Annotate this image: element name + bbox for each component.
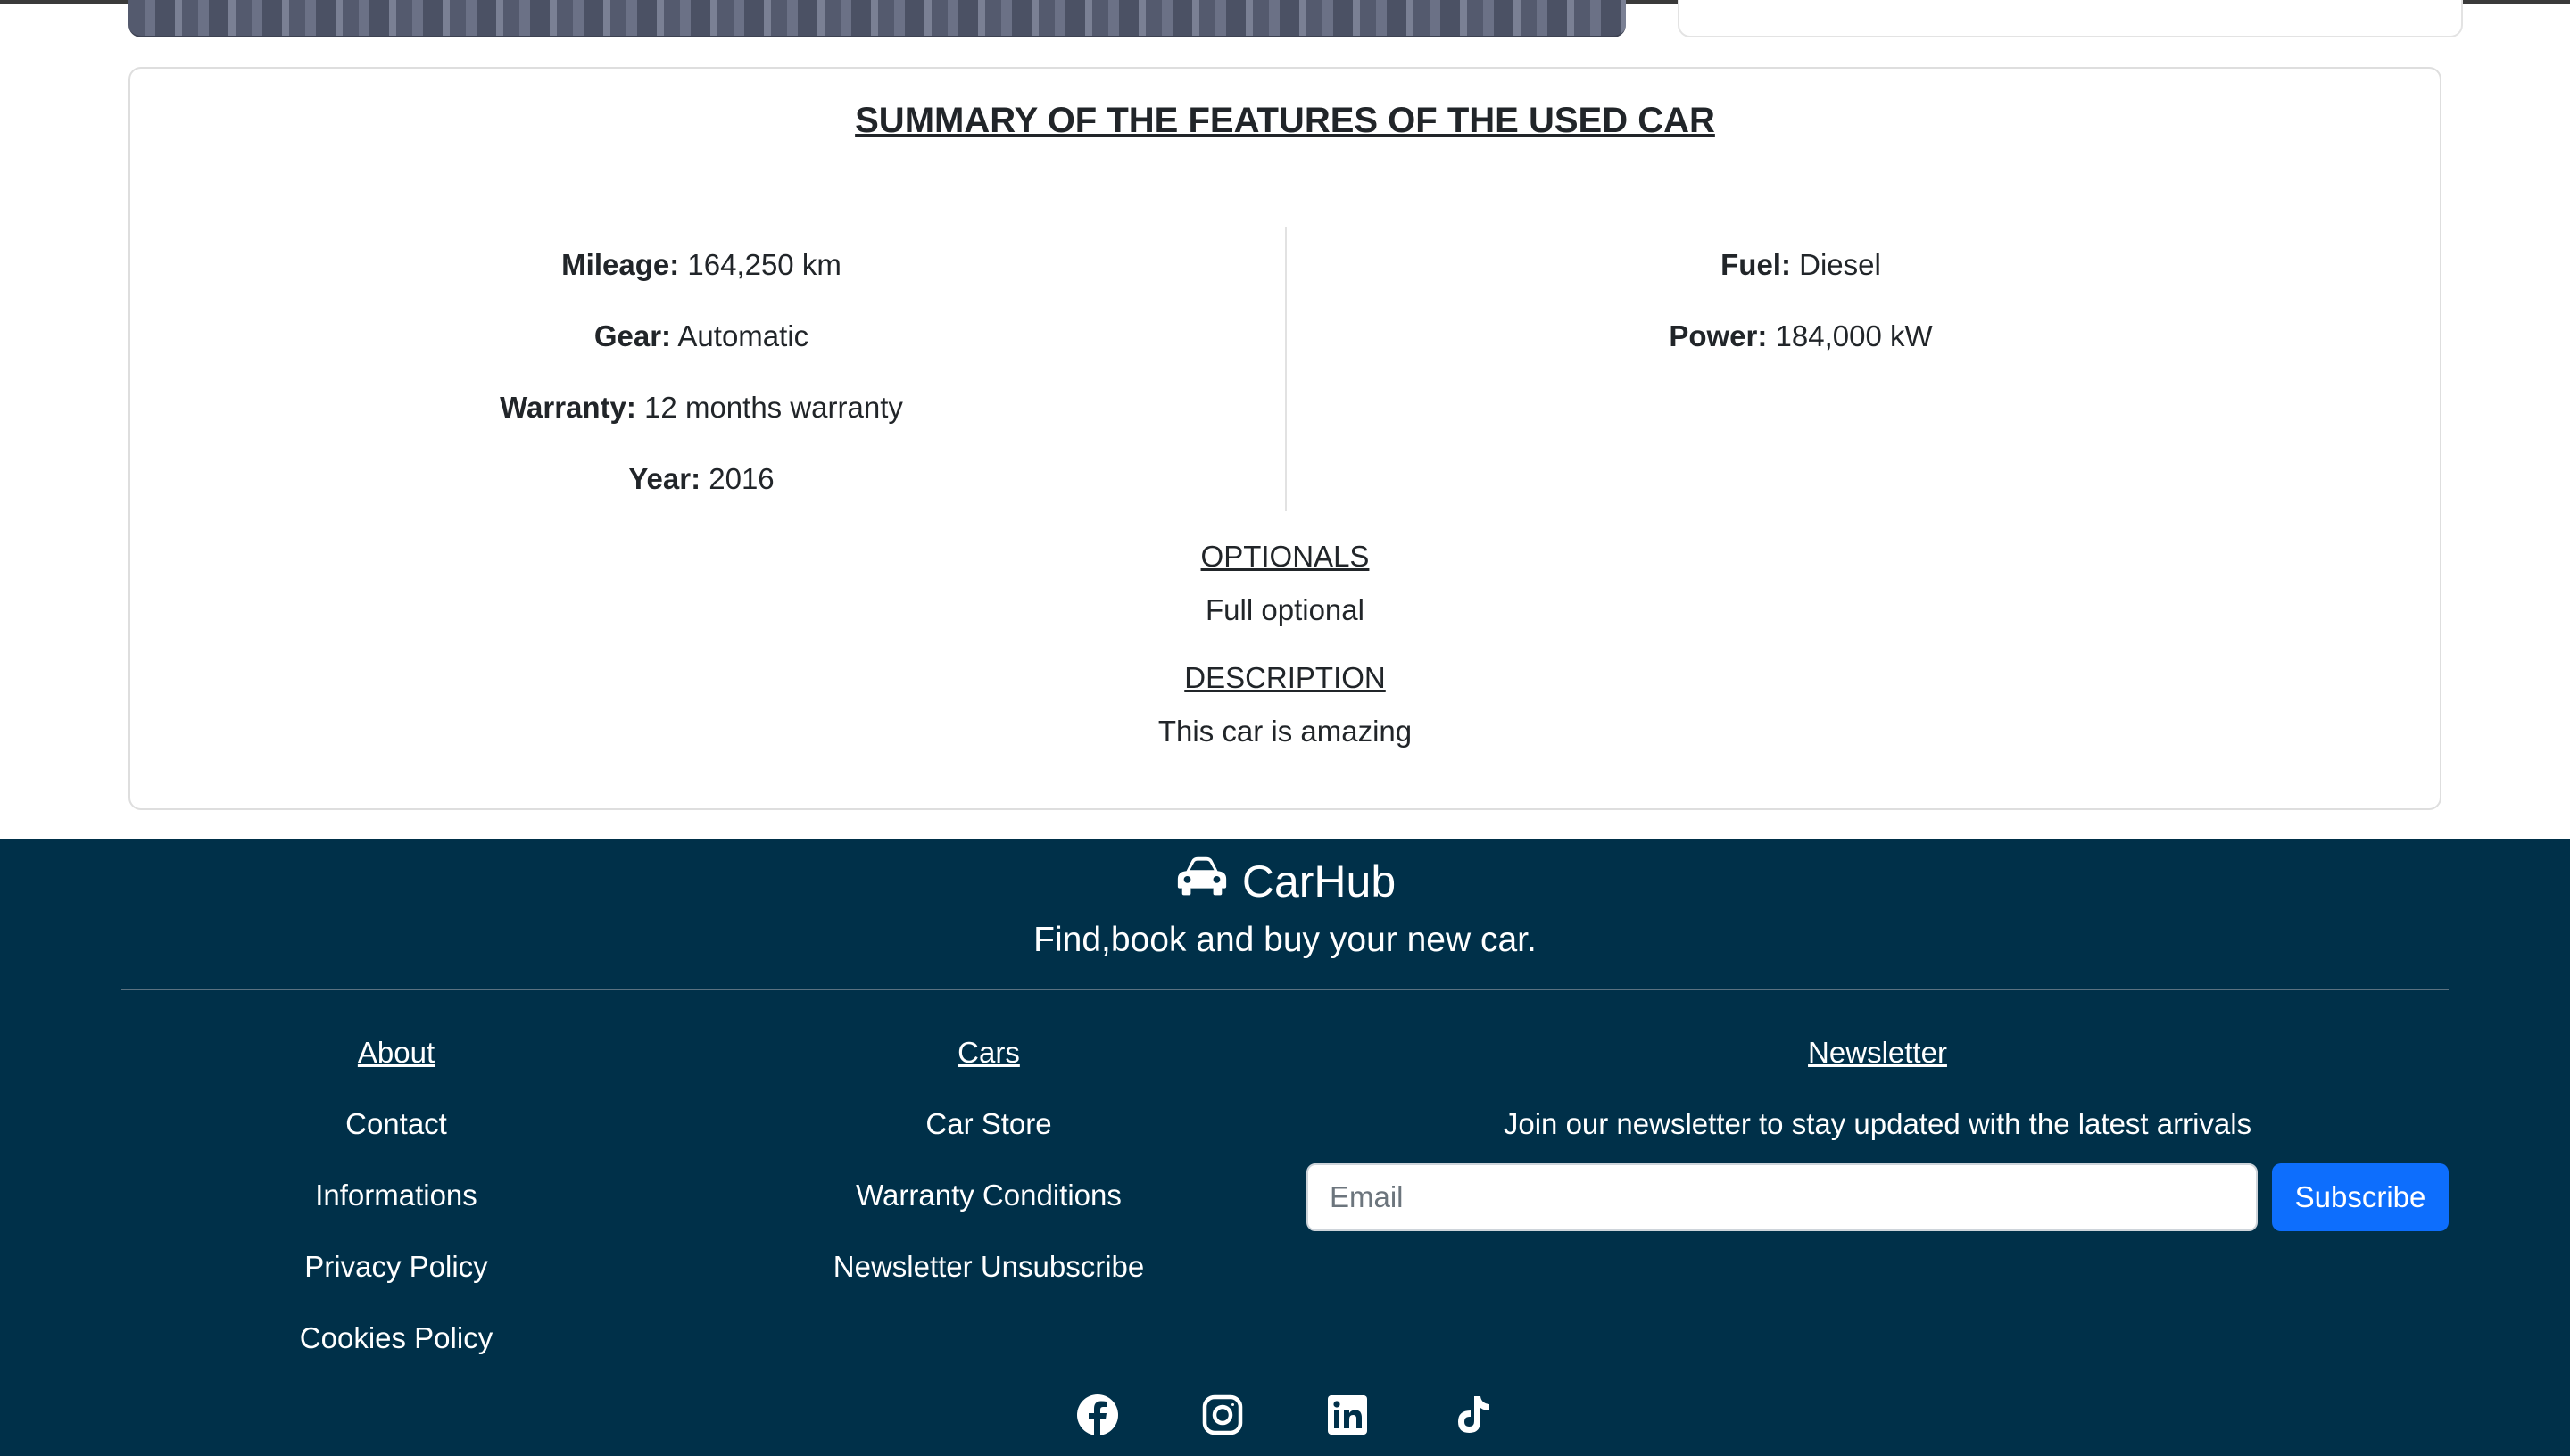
footer-brand[interactable]: CarHub (0, 855, 2570, 908)
feature-value: 2016 (709, 462, 775, 495)
car-icon (1174, 855, 1230, 908)
feature-value: 12 months warranty (644, 391, 903, 424)
feature-label: Mileage: (561, 248, 680, 281)
feature-warranty: Warranty: 12 months warranty (187, 372, 1215, 443)
feature-value: Diesel (1799, 248, 1881, 281)
footer-link-informations[interactable]: Informations (218, 1160, 575, 1231)
feature-gear: Gear: Automatic (187, 301, 1215, 372)
footer-link-cars[interactable]: Cars (721, 1017, 1256, 1088)
footer-link-warranty-conditions[interactable]: Warranty Conditions (721, 1160, 1256, 1231)
side-info-card (1678, 0, 2463, 37)
description-heading: DESCRIPTION (1184, 661, 1386, 694)
social-links (0, 1394, 2570, 1436)
linkedin-icon[interactable] (1326, 1394, 1369, 1436)
feature-label: Gear: (593, 319, 672, 352)
newsletter-email-input[interactable] (1306, 1163, 2258, 1231)
newsletter-text: Join our newsletter to stay updated with… (1503, 1107, 2252, 1140)
footer-cars-column: Cars Car Store Warranty Conditions Newsl… (721, 1017, 1256, 1303)
facebook-icon[interactable] (1076, 1394, 1119, 1436)
footer-link-newsletter-unsubscribe[interactable]: Newsletter Unsubscribe (721, 1231, 1256, 1303)
subscribe-button[interactable]: Subscribe (2272, 1163, 2449, 1231)
features-summary-card: SUMMARY OF THE FEATURES OF THE USED CAR … (128, 67, 2442, 810)
features-right-column: Fuel: Diesel Power: 184,000 kW (1287, 229, 2315, 372)
footer-tagline: Find,book and buy your new car. (1033, 921, 1537, 959)
tiktok-icon[interactable] (1451, 1394, 1494, 1436)
footer-divider (121, 989, 2449, 990)
site-footer: CarHub Find,book and buy your new car. A… (0, 839, 2570, 1456)
feature-label: Warranty: (500, 391, 636, 424)
feature-label: Fuel: (1720, 248, 1791, 281)
footer-link-contact[interactable]: Contact (218, 1088, 575, 1160)
footer-link-privacy-policy[interactable]: Privacy Policy (218, 1231, 575, 1303)
feature-value: 164,250 km (687, 248, 841, 281)
optionals-text: Full optional (1206, 593, 1364, 626)
newsletter-heading[interactable]: Newsletter (1306, 1017, 2449, 1088)
feature-label: Power: (1669, 319, 1768, 352)
summary-title: SUMMARY OF THE FEATURES OF THE USED CAR (855, 101, 1715, 140)
optionals-heading: OPTIONALS (1200, 540, 1370, 573)
footer-link-about[interactable]: About (218, 1017, 575, 1088)
footer-link-cookies-policy[interactable]: Cookies Policy (218, 1303, 575, 1374)
instagram-icon[interactable] (1201, 1394, 1244, 1436)
feature-fuel: Fuel: Diesel (1287, 229, 2315, 301)
description-text: This car is amazing (1157, 715, 1413, 748)
feature-value: 184,000 kW (1775, 319, 1933, 352)
feature-year: Year: 2016 (187, 443, 1215, 515)
feature-mileage: Mileage: 164,250 km (187, 229, 1215, 301)
footer-about-column: About Contact Informations Privacy Polic… (218, 1017, 575, 1374)
car-photo (128, 0, 1626, 37)
feature-value: Automatic (677, 319, 809, 352)
features-left-column: Mileage: 164,250 km Gear: Automatic Warr… (187, 229, 1215, 515)
brand-name: CarHub (1241, 856, 1397, 906)
feature-power: Power: 184,000 kW (1287, 301, 2315, 372)
footer-link-car-store[interactable]: Car Store (721, 1088, 1256, 1160)
feature-label: Year: (628, 462, 701, 495)
